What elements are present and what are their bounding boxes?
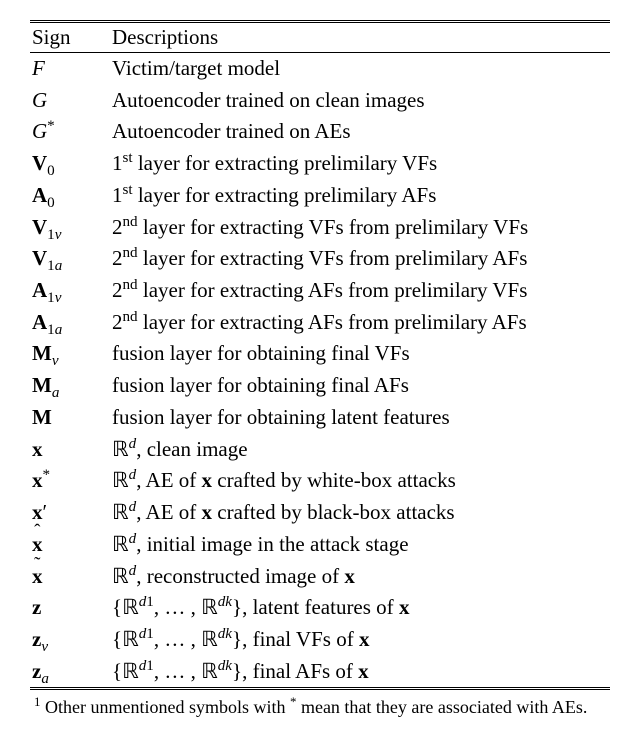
desc-cell: 1st layer for extracting prelimilary VFs bbox=[106, 148, 610, 180]
table-row: xℝd, clean image bbox=[30, 434, 610, 466]
table-row: GAutoencoder trained on clean images bbox=[30, 85, 610, 117]
sign-cell: A1a bbox=[30, 307, 106, 339]
desc-cell: 2nd layer for extracting VFs from prelim… bbox=[106, 243, 610, 275]
header-sign: Sign bbox=[30, 22, 106, 53]
desc-cell: {ℝd1, … , ℝdk}, final AFs of x bbox=[106, 656, 610, 689]
table-row: Mfusion layer for obtaining latent featu… bbox=[30, 402, 610, 434]
desc-cell: ℝd, clean image bbox=[106, 434, 610, 466]
table-header-row: Sign Descriptions bbox=[30, 22, 610, 53]
table-row: za{ℝd1, … , ℝdk}, final AFs of x bbox=[30, 656, 610, 689]
table-row: G*Autoencoder trained on AEs bbox=[30, 116, 610, 148]
sign-cell: Mv bbox=[30, 338, 106, 370]
table-footnote: 1 Other unmentioned symbols with * mean … bbox=[30, 696, 610, 719]
table-row: x*ℝd, AE of x crafted by white-box attac… bbox=[30, 465, 610, 497]
desc-cell: 2nd layer for extracting VFs from prelim… bbox=[106, 212, 610, 244]
desc-cell: fusion layer for obtaining final AFs bbox=[106, 370, 610, 402]
desc-cell: Autoencoder trained on clean images bbox=[106, 85, 610, 117]
desc-cell: ℝd, AE of x crafted by white-box attacks bbox=[106, 465, 610, 497]
header-desc: Descriptions bbox=[106, 22, 610, 53]
table-row: V01st layer for extracting prelimilary V… bbox=[30, 148, 610, 180]
desc-cell: 2nd layer for extracting AFs from prelim… bbox=[106, 307, 610, 339]
desc-cell: fusion layer for obtaining final VFs bbox=[106, 338, 610, 370]
table-row: zv{ℝd1, … , ℝdk}, final VFs of x bbox=[30, 624, 610, 656]
table-row: A1v2nd layer for extracting AFs from pre… bbox=[30, 275, 610, 307]
table-row: xℝd, initial image in the attack stage bbox=[30, 529, 610, 561]
table-row: x′ℝd, AE of x crafted by black-box attac… bbox=[30, 497, 610, 529]
desc-cell: Victim/target model bbox=[106, 53, 610, 85]
desc-cell: ℝd, AE of x crafted by black-box attacks bbox=[106, 497, 610, 529]
sign-cell: x bbox=[30, 529, 106, 561]
sign-cell: A0 bbox=[30, 180, 106, 212]
desc-cell: {ℝd1, … , ℝdk}, latent features of x bbox=[106, 592, 610, 624]
notation-table: Sign Descriptions FVictim/target modelGA… bbox=[30, 20, 610, 690]
table-row: xℝd, reconstructed image of x bbox=[30, 561, 610, 593]
table-row: FVictim/target model bbox=[30, 53, 610, 85]
desc-cell: Autoencoder trained on AEs bbox=[106, 116, 610, 148]
sign-cell: G* bbox=[30, 116, 106, 148]
table-row: V1v2nd layer for extracting VFs from pre… bbox=[30, 212, 610, 244]
table-row: z{ℝd1, … , ℝdk}, latent features of x bbox=[30, 592, 610, 624]
desc-cell: {ℝd1, … , ℝdk}, final VFs of x bbox=[106, 624, 610, 656]
desc-cell: ℝd, initial image in the attack stage bbox=[106, 529, 610, 561]
sign-cell: Ma bbox=[30, 370, 106, 402]
desc-cell: fusion layer for obtaining latent featur… bbox=[106, 402, 610, 434]
table-row: A01st layer for extracting prelimilary A… bbox=[30, 180, 610, 212]
table-body: FVictim/target modelGAutoencoder trained… bbox=[30, 53, 610, 689]
sign-cell: F bbox=[30, 53, 106, 85]
table-row: Mafusion layer for obtaining final AFs bbox=[30, 370, 610, 402]
desc-cell: ℝd, reconstructed image of x bbox=[106, 561, 610, 593]
sign-cell: x* bbox=[30, 465, 106, 497]
sign-cell: x bbox=[30, 561, 106, 593]
sign-cell: x′ bbox=[30, 497, 106, 529]
sign-cell: x bbox=[30, 434, 106, 466]
sign-cell: za bbox=[30, 656, 106, 689]
sign-cell: z bbox=[30, 592, 106, 624]
sign-cell: A1v bbox=[30, 275, 106, 307]
sign-cell: V1a bbox=[30, 243, 106, 275]
desc-cell: 1st layer for extracting prelimilary AFs bbox=[106, 180, 610, 212]
sign-cell: V1v bbox=[30, 212, 106, 244]
sign-cell: V0 bbox=[30, 148, 106, 180]
sign-cell: M bbox=[30, 402, 106, 434]
sign-cell: G bbox=[30, 85, 106, 117]
table-row: A1a2nd layer for extracting AFs from pre… bbox=[30, 307, 610, 339]
table-row: Mvfusion layer for obtaining final VFs bbox=[30, 338, 610, 370]
table-row: V1a2nd layer for extracting VFs from pre… bbox=[30, 243, 610, 275]
sign-cell: zv bbox=[30, 624, 106, 656]
desc-cell: 2nd layer for extracting AFs from prelim… bbox=[106, 275, 610, 307]
